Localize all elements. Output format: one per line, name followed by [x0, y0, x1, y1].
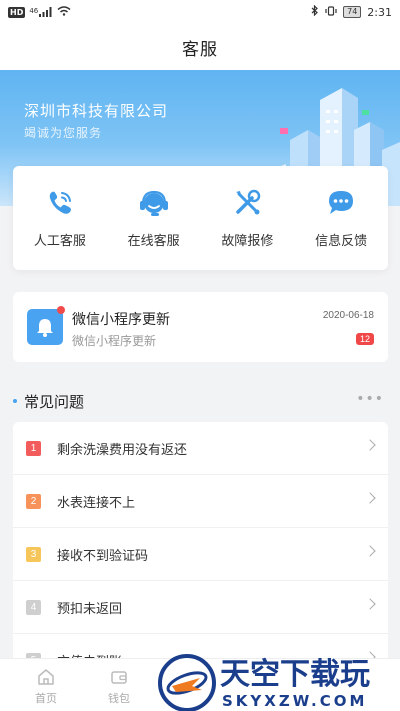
chevron-right-icon — [364, 598, 376, 610]
more-icon[interactable]: ••• — [356, 391, 384, 407]
faq-item[interactable]: 4 预扣未返回 — [13, 581, 388, 634]
hd-indicator: HD — [8, 6, 26, 18]
chevron-right-icon — [364, 439, 376, 451]
service-label: 人工客服 — [33, 234, 86, 249]
headset-icon — [139, 190, 168, 216]
company-name: 深圳市科技有限公司 — [24, 102, 169, 120]
faq-list: 1 剩余洗澡费用没有返还 2 水表连接不上 3 接收不到验证码 4 预扣未返回 … — [13, 422, 388, 682]
wifi-icon — [57, 5, 71, 19]
faq-rank-badge: 2 — [26, 493, 41, 509]
status-bar: HD 46 74 2:31 — [0, 0, 400, 24]
phone-icon — [49, 191, 71, 214]
section-dot — [13, 399, 17, 403]
faq-rank-badge: 1 — [26, 440, 41, 456]
vibrate-icon — [325, 5, 337, 19]
service-card: 人工客服 在线客服 故障报修 信息反馈 — [13, 166, 388, 270]
faq-item[interactable]: 3 接收不到验证码 — [13, 528, 388, 581]
faq-item[interactable]: 1 剩余洗澡费用没有返还 — [13, 422, 388, 475]
wallet-icon — [111, 671, 127, 684]
bluetooth-icon — [311, 4, 319, 19]
faq-question: 水表连接不上 — [57, 495, 136, 511]
faq-question: 接收不到验证码 — [57, 548, 149, 564]
faq-rank-badge: 3 — [26, 546, 41, 562]
service-label: 故障报修 — [221, 234, 274, 249]
tab-home[interactable]: 首页 — [16, 667, 76, 706]
message-icon-box — [27, 309, 63, 345]
chat-bubble-icon — [329, 191, 354, 214]
message-date: 2020-06-18 — [322, 310, 374, 321]
tab-wallet[interactable]: 钱包 — [89, 667, 149, 706]
clock: 2:31 — [367, 5, 392, 19]
repair-tools-icon — [236, 189, 261, 215]
company-slogan: 竭诚为您服务 — [24, 126, 103, 140]
unread-dot — [57, 306, 65, 314]
service-label: 信息反馈 — [315, 234, 368, 249]
signal-icon: 46 — [29, 7, 53, 17]
chevron-right-icon — [364, 492, 376, 504]
service-label: 在线客服 — [127, 234, 180, 249]
watermark-domain: SKYXZW.COM — [222, 692, 367, 710]
service-manual-support[interactable]: 人工客服 — [13, 166, 107, 270]
page-header: 客服 — [0, 24, 400, 70]
faq-item[interactable]: 2 水表连接不上 — [13, 475, 388, 528]
faq-question: 剩余洗澡费用没有返还 — [57, 442, 188, 458]
battery-indicator: 74 — [343, 6, 362, 18]
faq-question: 预扣未返回 — [57, 601, 123, 617]
service-feedback[interactable]: 信息反馈 — [294, 166, 388, 270]
home-icon — [38, 669, 54, 685]
message-title: 微信小程序更新 — [72, 312, 170, 328]
message-subtitle: 微信小程序更新 — [72, 334, 157, 348]
unread-count-badge: 12 — [355, 333, 374, 345]
faq-rank-badge: 4 — [26, 599, 41, 615]
page-title: 客服 — [182, 39, 218, 60]
faq-header: 常见问题 ••• — [13, 388, 388, 414]
service-online-support[interactable]: 在线客服 — [107, 166, 201, 270]
watermark-brand: 天空下载玩 — [220, 657, 370, 692]
message-card[interactable]: 微信小程序更新 微信小程序更新 2020-06-18 12 — [13, 292, 388, 362]
bell-icon — [37, 319, 53, 337]
tab-label: 钱包 — [108, 692, 130, 705]
chevron-right-icon — [364, 545, 376, 557]
service-repair[interactable]: 故障报修 — [201, 166, 295, 270]
status-left: HD 46 — [8, 5, 71, 19]
watermark-logo: 天空下载玩 SKYXZW.COM — [158, 654, 370, 711]
network-type: 46 — [29, 7, 39, 15]
tab-label: 首页 — [35, 692, 57, 705]
faq-title: 常见问题 — [24, 392, 85, 411]
status-right: 74 2:31 — [311, 4, 392, 19]
